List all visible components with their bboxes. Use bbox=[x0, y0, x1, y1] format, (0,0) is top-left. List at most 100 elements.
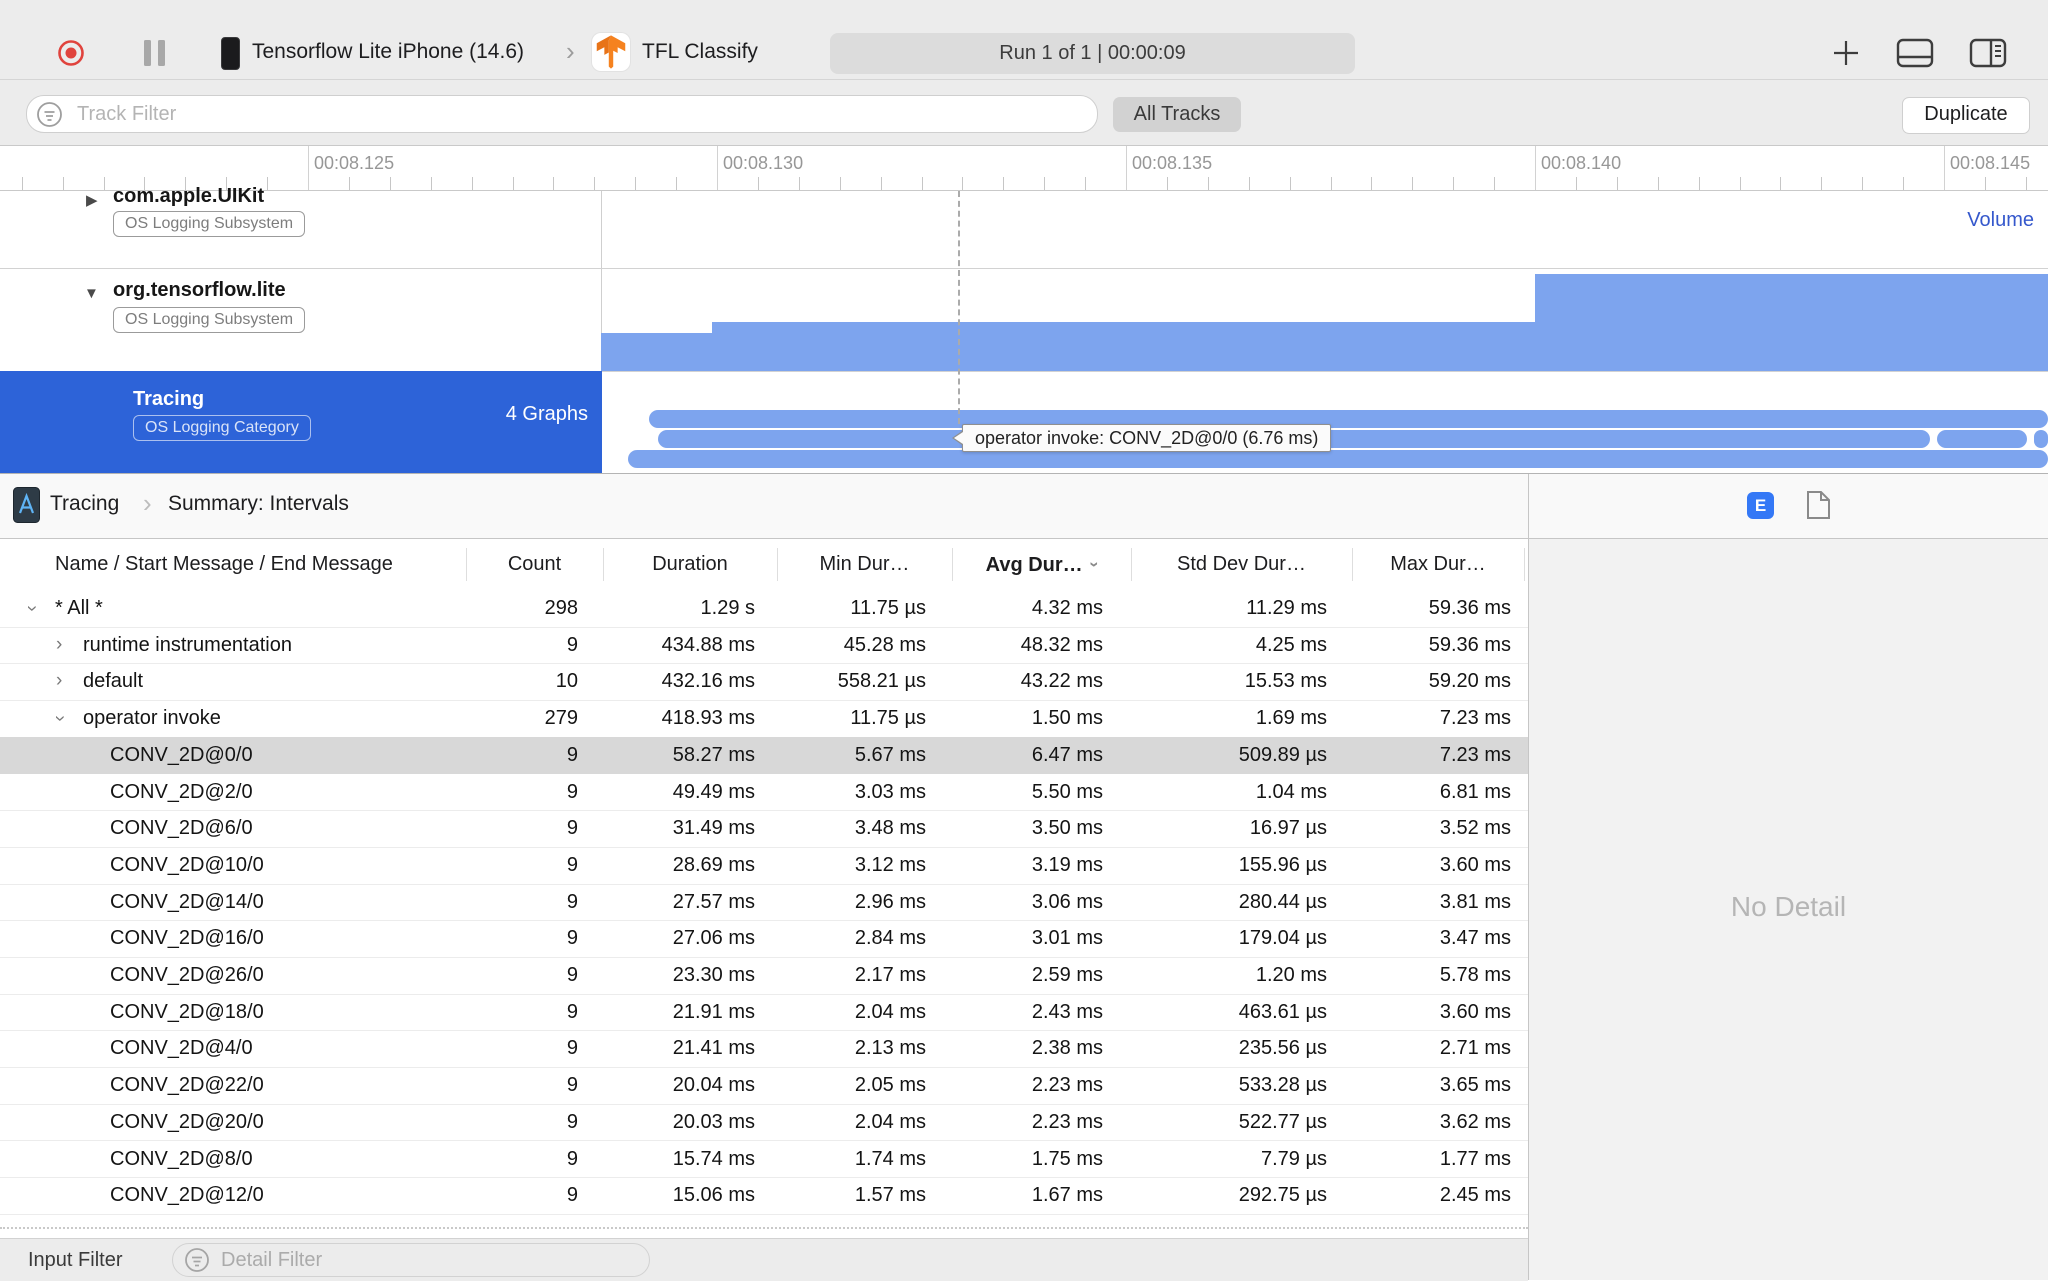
ruler-minor-tick bbox=[635, 177, 637, 190]
duplicate-button[interactable]: Duplicate bbox=[1902, 97, 2030, 134]
column-separator[interactable] bbox=[466, 548, 467, 581]
expanded-detail-button[interactable]: E bbox=[1747, 492, 1774, 519]
track-row-tracing-selected[interactable]: Tracing OS Logging Category 4 Graphs bbox=[0, 371, 602, 473]
summary-table: › * All * 298 1.29 s 11.75 µs 4.32 ms 11.29 ms… bbox=[0, 590, 1528, 1215]
ruler-minor-tick bbox=[1289, 177, 1291, 190]
ruler-minor-tick bbox=[1044, 177, 1046, 190]
ruler-time-label: 00:08.145 bbox=[1950, 153, 2031, 173]
table-row[interactable]: CONV_2D@6/0 9 31.49 ms 3.48 ms 3.50 ms 16.97 … bbox=[0, 810, 1528, 848]
ruler-minor-tick bbox=[1984, 177, 1986, 190]
column-separator[interactable] bbox=[1131, 548, 1132, 581]
ruler-major-tick bbox=[1126, 146, 1127, 190]
disclosure-collapsed-icon[interactable]: ▶ bbox=[86, 191, 98, 209]
column-header[interactable]: Min Dur… bbox=[777, 539, 952, 590]
column-header[interactable]: Std Dev Dur… bbox=[1131, 539, 1352, 590]
filter-icon bbox=[37, 102, 62, 127]
ruler-major-tick bbox=[1535, 146, 1536, 190]
table-row[interactable]: CONV_2D@14/0 9 27.57 ms 2.96 ms 3.06 ms 280.4… bbox=[0, 884, 1528, 922]
cell-max: 5.78 ms bbox=[1439, 964, 1511, 986]
interval-bar bbox=[1937, 430, 2027, 448]
document-button[interactable] bbox=[1806, 490, 1831, 520]
table-row[interactable]: CONV_2D@22/0 9 20.04 ms 2.05 ms 2.23 ms 533.2… bbox=[0, 1067, 1528, 1105]
interval-tooltip: operator invoke: CONV_2D@0/0 (6.76 ms) bbox=[951, 424, 1332, 452]
table-row[interactable]: › default 10 432.16 ms 558.21 µs 43.22 ms 15.5… bbox=[0, 663, 1528, 702]
ruler-minor-tick bbox=[1616, 177, 1618, 190]
table-overflow-dots bbox=[0, 1227, 1528, 1229]
table-row[interactable]: › * All * 298 1.29 s 11.75 µs 4.32 ms 11.29 ms… bbox=[0, 590, 1528, 628]
column-separator[interactable] bbox=[777, 548, 778, 581]
ruler-minor-tick bbox=[798, 177, 800, 190]
device-name[interactable]: Tensorflow Lite iPhone (14.6) bbox=[252, 40, 524, 64]
table-row[interactable]: CONV_2D@26/0 9 23.30 ms 2.17 ms 2.59 ms 1.20 … bbox=[0, 957, 1528, 995]
cell-max: 3.60 ms bbox=[1439, 1000, 1511, 1023]
column-header[interactable]: Duration bbox=[603, 539, 777, 590]
ruler-time-label: 00:08.140 bbox=[1541, 153, 1622, 173]
ruler-minor-tick bbox=[1248, 177, 1250, 190]
breadcrumb-instrument[interactable]: Tracing bbox=[50, 492, 119, 516]
column-separator[interactable] bbox=[1352, 548, 1353, 581]
column-header[interactable]: Name / Start Message / End Message bbox=[55, 539, 393, 590]
ruler-minor-tick bbox=[1862, 177, 1864, 190]
ruler-minor-tick bbox=[1330, 177, 1332, 190]
ruler-minor-tick bbox=[1821, 177, 1823, 190]
ruler-minor-tick bbox=[1085, 177, 1087, 190]
target-app-name[interactable]: TFL Classify bbox=[642, 40, 758, 64]
column-header[interactable]: Avg Dur… › bbox=[952, 539, 1131, 590]
add-instrument-button[interactable] bbox=[1833, 38, 1859, 73]
table-row[interactable]: › operator invoke 279 418.93 ms 11.75 µs 1.50… bbox=[0, 700, 1528, 738]
table-row[interactable]: CONV_2D@20/0 9 20.03 ms 2.04 ms 2.23 ms 522.7… bbox=[0, 1104, 1528, 1142]
track-name: com.apple.UIKit bbox=[113, 185, 265, 207]
table-row[interactable]: CONV_2D@8/0 9 15.74 ms 1.74 ms 1.75 ms 7.79 µ… bbox=[0, 1141, 1528, 1179]
column-separator[interactable] bbox=[1524, 548, 1525, 581]
playhead-dashed-line[interactable] bbox=[958, 191, 960, 424]
detail-filter-field[interactable] bbox=[172, 1243, 650, 1277]
table-row[interactable]: › runtime instrumentation 9 434.88 ms 45.28 … bbox=[0, 627, 1528, 665]
cell-max: 59.20 ms bbox=[1428, 670, 1511, 693]
column-header[interactable]: Max Dur… bbox=[1352, 539, 1524, 590]
table-row[interactable]: CONV_2D@12/0 9 15.06 ms 1.57 ms 1.67 ms 292.7… bbox=[0, 1177, 1528, 1215]
timeline-ruler[interactable]: 00:08.125 00:08.130 00:08.135 00:08.140 00:0… bbox=[0, 146, 2048, 191]
detail-filter-input[interactable] bbox=[219, 1246, 633, 1274]
disclosure-expanded-icon[interactable]: ▼ bbox=[84, 285, 99, 302]
toggle-bottom-panel-button[interactable] bbox=[1896, 38, 1934, 73]
track-filter-bar: All Tracks Duplicate bbox=[0, 80, 2048, 146]
column-separator[interactable] bbox=[952, 548, 953, 581]
column-separator[interactable] bbox=[603, 548, 604, 581]
table-row[interactable]: CONV_2D@18/0 9 21.91 ms 2.04 ms 2.43 ms 463.6… bbox=[0, 994, 1528, 1032]
ruler-minor-tick bbox=[1412, 177, 1414, 190]
ruler-time-label: 00:08.130 bbox=[723, 153, 804, 173]
ruler-minor-tick bbox=[1207, 177, 1209, 190]
cell-max: 6.81 ms bbox=[1439, 780, 1511, 803]
track-value-label: 4 Graphs bbox=[505, 403, 588, 425]
cell-max: 59.36 ms bbox=[1428, 597, 1511, 619]
run-status[interactable]: Run 1 of 1 | 00:00:09 bbox=[830, 33, 1355, 74]
ruler-minor-tick bbox=[1657, 177, 1659, 190]
toggle-right-panel-button[interactable] bbox=[1969, 38, 2007, 73]
record-button[interactable] bbox=[58, 40, 84, 66]
volume-bar-segment bbox=[712, 322, 1535, 371]
breadcrumb-page[interactable]: Summary: Intervals bbox=[168, 492, 349, 516]
table-row[interactable]: CONV_2D@2/0 9 49.49 ms 3.03 ms 5.50 ms 1.04 m… bbox=[0, 774, 1528, 812]
ruler-minor-tick bbox=[594, 177, 596, 190]
ruler-minor-tick bbox=[1575, 177, 1577, 190]
ruler-minor-tick bbox=[757, 177, 759, 190]
pause-button[interactable] bbox=[144, 40, 165, 66]
track-filter-field[interactable] bbox=[26, 95, 1098, 133]
tensorflow-app-icon bbox=[592, 33, 630, 71]
table-row[interactable]: CONV_2D@16/0 9 27.06 ms 2.84 ms 3.01 ms 179.0… bbox=[0, 920, 1528, 958]
table-row[interactable]: CONV_2D@10/0 9 28.69 ms 3.12 ms 3.19 ms 155.9… bbox=[0, 847, 1528, 885]
ruler-minor-tick bbox=[1494, 177, 1496, 190]
ruler-major-tick bbox=[717, 146, 718, 190]
table-row[interactable]: CONV_2D@4/0 9 21.41 ms 2.13 ms 2.38 ms 235.56… bbox=[0, 1030, 1528, 1069]
filter-icon bbox=[185, 1248, 209, 1272]
track-value-label: Volume bbox=[1967, 209, 2034, 231]
all-tracks-button[interactable]: All Tracks bbox=[1113, 97, 1241, 132]
table-row[interactable]: CONV_2D@0/0 9 58.27 ms 5.67 ms 6.47 ms 509.89… bbox=[0, 736, 1528, 775]
track-filter-input[interactable] bbox=[75, 99, 1069, 129]
ruler-minor-tick bbox=[1003, 177, 1005, 190]
ruler-minor-tick bbox=[676, 177, 678, 190]
input-filter-label[interactable]: Input Filter bbox=[28, 1239, 122, 1281]
cell-max: 2.71 ms bbox=[1439, 1037, 1511, 1060]
ruler-minor-tick bbox=[1371, 177, 1373, 190]
column-header[interactable]: Count bbox=[466, 539, 603, 590]
